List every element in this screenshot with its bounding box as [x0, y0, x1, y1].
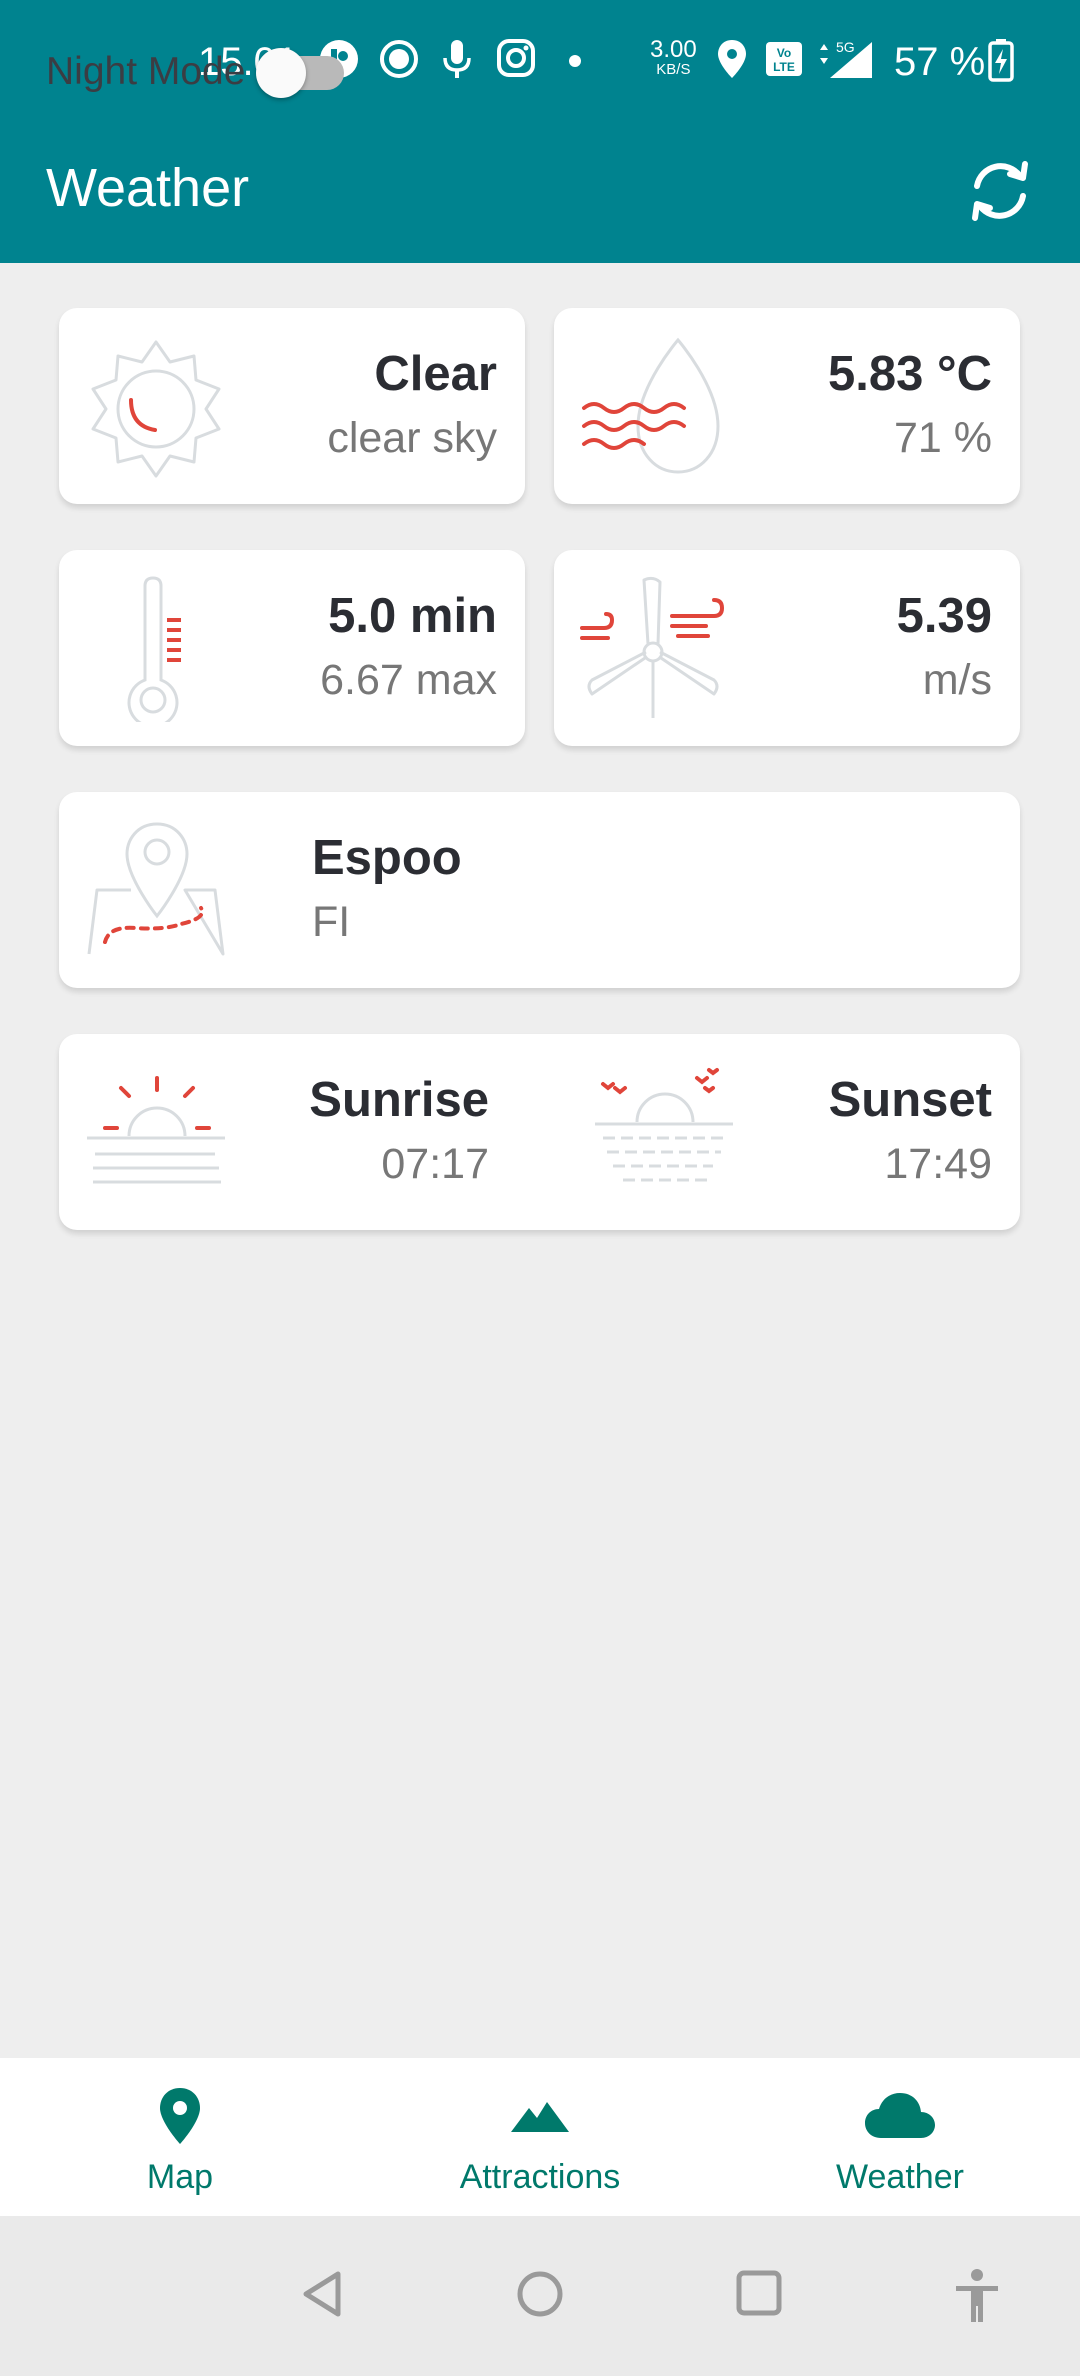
- thermometer-icon: [127, 576, 181, 722]
- recents-icon[interactable]: [734, 2268, 784, 2318]
- sunset-time: 17:49: [884, 1140, 992, 1188]
- network-speed: 3.00 KB/S: [650, 36, 697, 80]
- min-max-card: 5.0 min 6.67 max: [59, 550, 525, 746]
- app-bar: Weather: [0, 125, 1080, 263]
- cloud-icon: [865, 2093, 935, 2138]
- network-speed-value: 3.00: [650, 36, 697, 63]
- nav-item-attractions[interactable]: Attractions: [360, 2058, 720, 2216]
- map-location-icon: [87, 822, 225, 956]
- nav-item-map[interactable]: Map: [0, 2058, 360, 2216]
- battery-charging-icon: [988, 38, 1014, 87]
- min-temperature: 5.0 min: [328, 589, 497, 643]
- sunrise-label: Sunrise: [309, 1073, 489, 1127]
- humidity-drop-icon: [582, 337, 720, 474]
- wind-turbine-icon: [580, 576, 725, 718]
- location-city: Espoo: [312, 831, 462, 885]
- map-pin-icon: [160, 2088, 200, 2144]
- volte-icon: Vo LTE: [764, 38, 804, 85]
- home-icon[interactable]: [514, 2268, 566, 2320]
- system-navigation-bar: [0, 2216, 1080, 2376]
- refresh-icon: [972, 161, 1028, 221]
- refresh-button[interactable]: [960, 141, 1040, 241]
- svg-text:LTE: LTE: [773, 60, 795, 74]
- instagram-icon: [496, 38, 536, 83]
- nav-label-attractions: Attractions: [459, 2158, 621, 2196]
- bottom-navigation: Map Attractions Weather: [0, 2058, 1080, 2216]
- signal-5g-icon: 5G: [816, 38, 876, 87]
- network-type: 5G: [836, 39, 855, 55]
- night-mode-label: Night Mode: [46, 50, 246, 93]
- max-temperature: 6.67 max: [320, 656, 497, 704]
- location-country: FI: [312, 898, 351, 946]
- condition-card: Clear clear sky: [59, 308, 525, 504]
- mountains-icon: [511, 2102, 569, 2132]
- temperature-card: 5.83 °C 71 %: [554, 308, 1020, 504]
- svg-text:Vo: Vo: [777, 46, 791, 60]
- sunrise-time: 07:17: [381, 1140, 489, 1188]
- location-card: Espoo FI: [59, 792, 1020, 988]
- accessibility-icon[interactable]: [952, 2268, 1002, 2324]
- wind-speed-unit: m/s: [922, 656, 992, 704]
- nav-label-map: Map: [146, 2158, 214, 2196]
- humidity-value: 71 %: [893, 414, 992, 462]
- sun-icon: [91, 340, 221, 478]
- temperature-value: 5.83 °C: [828, 347, 992, 401]
- location-icon: [716, 38, 748, 85]
- wind-speed-value: 5.39: [896, 589, 992, 643]
- page-title: Weather: [46, 158, 250, 218]
- dot-icon: [568, 54, 582, 73]
- sunset-icon: [595, 1068, 733, 1182]
- wind-card: 5.39 m/s: [554, 550, 1020, 746]
- battery-level: 57 %: [894, 40, 986, 84]
- sunrise-icon: [87, 1076, 225, 1184]
- toggle-thumb: [256, 48, 306, 98]
- nav-label-weather: Weather: [836, 2158, 964, 2196]
- sun-times-card: Sunrise 07:17 Sunset 17:49: [59, 1034, 1020, 1230]
- microphone-icon: [440, 38, 474, 85]
- sunset-label: Sunset: [828, 1073, 992, 1127]
- nav-item-weather[interactable]: Weather: [720, 2058, 1080, 2216]
- record-icon: [378, 38, 420, 85]
- back-icon[interactable]: [298, 2268, 346, 2320]
- network-speed-unit: KB/S: [656, 61, 691, 78]
- condition-title: Clear: [374, 347, 497, 401]
- night-mode-toggle[interactable]: [256, 48, 352, 98]
- condition-description: clear sky: [327, 414, 497, 462]
